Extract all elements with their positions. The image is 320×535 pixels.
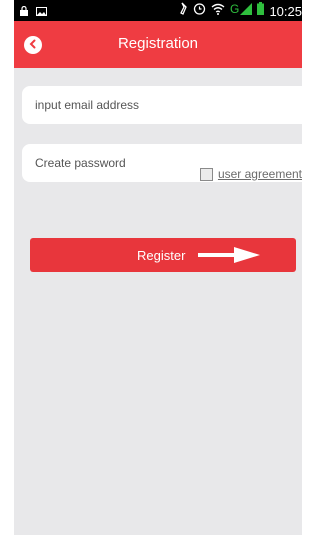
email-field[interactable]	[22, 86, 302, 124]
status-bar: G 10:25	[14, 0, 302, 21]
user-agreement-link[interactable]: user agreement	[218, 167, 302, 181]
status-time: 10:25	[269, 3, 302, 19]
clock-icon	[193, 2, 206, 20]
lock-icon	[20, 3, 28, 21]
register-button[interactable]: Register	[30, 238, 296, 272]
register-button-label: Register	[137, 248, 186, 263]
image-icon	[36, 3, 47, 21]
page-title: Registration	[117, 35, 199, 52]
title-bar: Registration	[14, 21, 302, 68]
arrow-right-icon	[198, 247, 260, 268]
svg-text:G: G	[230, 2, 239, 15]
battery-icon	[257, 2, 265, 20]
status-bar-left	[20, 3, 47, 21]
phone-screen: G 10:25 Registration user agreement Regi…	[14, 0, 302, 535]
alarm-icon	[176, 2, 188, 20]
user-agreement-row: user agreement	[199, 167, 302, 181]
agreement-checkbox[interactable]	[199, 167, 213, 181]
signal-icon: G	[230, 2, 253, 20]
wifi-icon	[211, 2, 225, 20]
status-bar-right: G 10:25	[176, 2, 302, 20]
